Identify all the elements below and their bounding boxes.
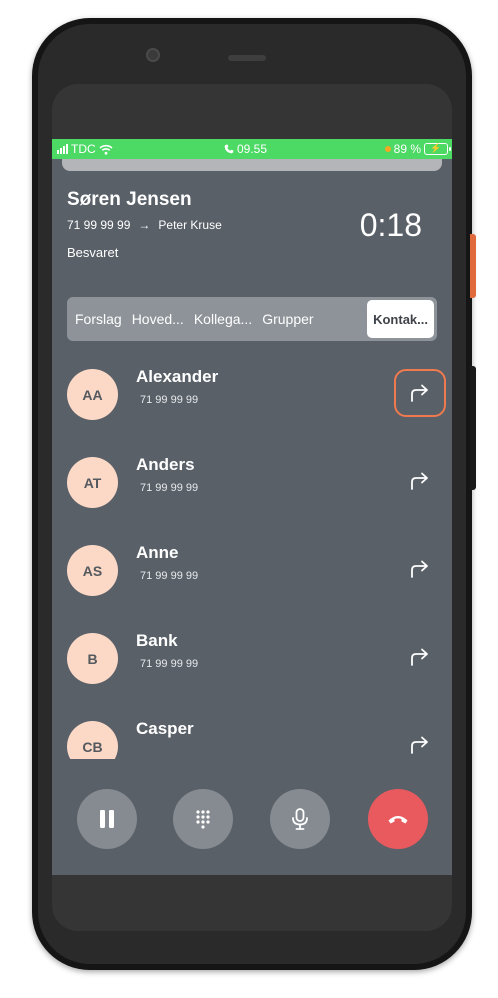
contact-name: Alexander: [136, 367, 219, 386]
tab-grupper[interactable]: Grupper: [257, 300, 318, 338]
list-item[interactable]: B Bank 71 99 99 99: [52, 621, 452, 709]
contact-list: AA Alexander 71 99 99 99 AT Anders 71 99…: [52, 357, 452, 759]
transfer-button[interactable]: [394, 721, 446, 759]
pause-icon: [100, 810, 114, 828]
screen-top-bezel: [52, 84, 452, 140]
earpiece-speaker: [228, 55, 266, 61]
phone-screen: TDC 09.55 89 % ⚡ Søren Jensen 71 99 99 9…: [52, 139, 452, 875]
screen-bottom-bezel: [52, 875, 452, 931]
battery-charging-icon: ⚡: [424, 143, 451, 155]
contact-name: Bank: [136, 631, 178, 650]
transfer-arrow-icon: [411, 472, 428, 490]
avatar: B: [67, 633, 118, 684]
contact-phone: 71 99 99 99: [140, 394, 199, 406]
tab-kollega[interactable]: Kollega...: [189, 300, 257, 338]
call-controls: [52, 759, 452, 875]
battery-percent: 89 %: [393, 142, 421, 156]
volume-button: [470, 366, 476, 490]
transfer-arrow-icon: [411, 648, 428, 666]
call-route: 71 99 99 99 → Peter Kruse: [67, 218, 222, 232]
status-bar-right: 89 % ⚡: [384, 142, 451, 156]
avatar: AS: [67, 545, 118, 596]
keypad-icon: [196, 810, 210, 829]
contact-name: Casper: [136, 719, 194, 738]
mute-button[interactable]: [270, 789, 330, 849]
carrier-label: TDC: [71, 142, 96, 156]
pause-button[interactable]: [77, 789, 137, 849]
transfer-arrow-icon: [411, 560, 428, 578]
front-camera: [146, 48, 160, 62]
tab-hoved[interactable]: Hoved...: [127, 300, 189, 338]
avatar: AA: [67, 369, 118, 420]
end-call-button[interactable]: [368, 789, 428, 849]
phone-icon: [224, 144, 234, 154]
transfer-target: Peter Kruse: [158, 218, 222, 232]
power-button: [470, 234, 476, 298]
transfer-button[interactable]: [394, 545, 446, 593]
transfer-arrow-icon: [411, 736, 428, 754]
status-bar-left: TDC: [57, 142, 113, 156]
contact-phone: 71 99 99 99: [140, 482, 199, 494]
transfer-arrow-icon: [411, 384, 428, 402]
list-item[interactable]: AT Anders 71 99 99 99: [52, 445, 452, 533]
transfer-button[interactable]: [394, 369, 446, 417]
status-bar-center: 09.55: [224, 142, 267, 156]
caller-number: 71 99 99 99: [67, 218, 131, 232]
transfer-button[interactable]: [394, 633, 446, 681]
avatar: AT: [67, 457, 118, 508]
list-item[interactable]: CB Casper: [52, 709, 452, 759]
caller-name: Søren Jensen: [67, 189, 192, 210]
status-bar: TDC 09.55 89 % ⚡: [52, 139, 452, 159]
call-status: Besvaret: [67, 245, 119, 260]
list-item[interactable]: AS Anne 71 99 99 99: [52, 533, 452, 621]
route-arrow-icon: →: [138, 218, 151, 232]
privacy-dot-icon: [384, 146, 391, 152]
hang-up-icon: [388, 816, 408, 824]
sheet-handle[interactable]: [62, 159, 442, 171]
avatar: CB: [67, 721, 118, 759]
contact-phone: 71 99 99 99: [140, 570, 199, 582]
contact-tabs: Forslag Hoved... Kollega... Grupper Kont…: [67, 297, 437, 341]
keypad-button[interactable]: [173, 789, 233, 849]
wifi-icon: [99, 144, 113, 155]
tab-forslag[interactable]: Forslag: [70, 300, 127, 338]
microphone-icon: [292, 808, 308, 830]
contact-phone: 71 99 99 99: [140, 658, 199, 670]
call-timer: 0:18: [359, 207, 422, 243]
tab-kontakter[interactable]: Kontak...: [367, 300, 434, 338]
contact-name: Anders: [136, 455, 195, 474]
transfer-button[interactable]: [394, 457, 446, 505]
contact-name: Anne: [136, 543, 179, 562]
clock: 09.55: [237, 142, 268, 156]
signal-icon: [57, 144, 68, 154]
list-item[interactable]: AA Alexander 71 99 99 99: [52, 357, 452, 445]
